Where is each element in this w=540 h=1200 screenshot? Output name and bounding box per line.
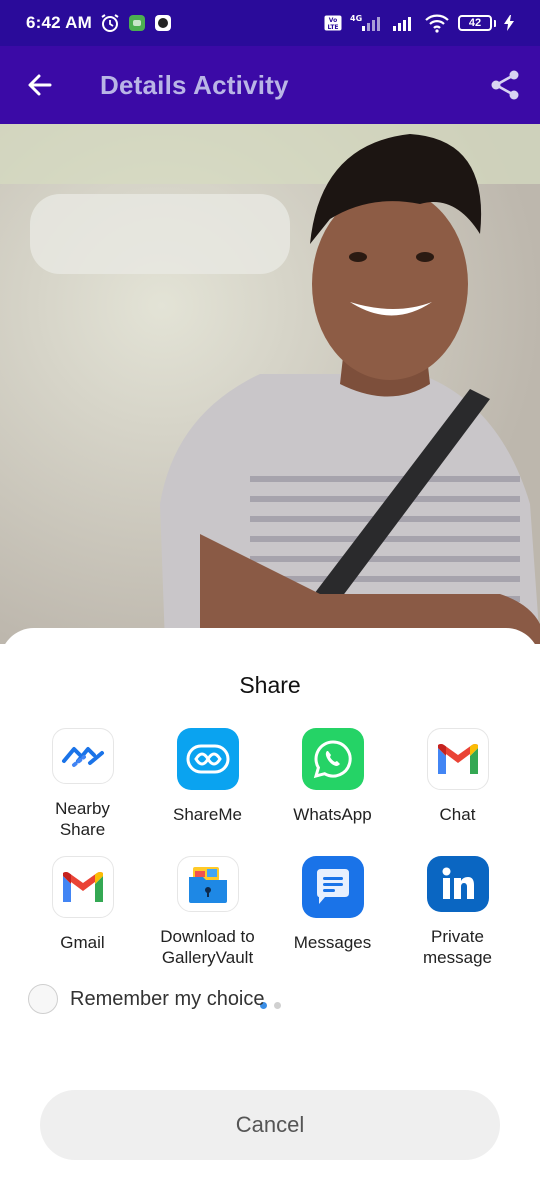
status-right: Vo LTE 4G 42: [324, 13, 514, 33]
screen: 6:42 AM Vo LTE 4G 42 Details Activity Sh…: [0, 0, 540, 1200]
svg-text:4G: 4G: [350, 14, 362, 23]
remember-choice-radio[interactable]: [28, 984, 58, 1014]
share-icon[interactable]: [488, 68, 522, 102]
messages-icon: [301, 856, 364, 918]
share-target-label: Chat: [439, 805, 476, 824]
app-bar: Details Activity: [0, 46, 540, 124]
share-sheet: Share Nearby Share ShareMe WhatsApp Chat…: [0, 628, 540, 1200]
arrow-left-icon[interactable]: [24, 69, 56, 101]
share-target-galleryvault[interactable]: Download to GalleryVault: [145, 856, 270, 968]
page-dot: [273, 1002, 281, 1009]
wifi-icon: [424, 13, 450, 33]
profile-photo: [0, 124, 540, 644]
galleryvault-icon: [176, 856, 239, 912]
share-sheet-title: Share: [239, 672, 301, 698]
charging-icon: [504, 15, 514, 31]
signal-icon: [392, 14, 416, 32]
status-bar: 6:42 AM Vo LTE 4G 42: [0, 0, 540, 46]
signal-4g-icon: 4G: [350, 13, 384, 33]
svg-text:Vo: Vo: [329, 17, 337, 24]
page-title: Details Activity: [100, 70, 289, 100]
status-time: 6:42 AM: [26, 13, 92, 32]
nearby-share-icon: [51, 728, 114, 784]
share-target-label: WhatsApp: [293, 805, 372, 824]
share-target-label: Messages: [293, 933, 372, 952]
share-target-private-message[interactable]: Private message: [395, 856, 520, 968]
shareme-icon: [176, 728, 239, 790]
share-target-chat[interactable]: Chat: [395, 728, 520, 840]
share-target-label: ShareMe: [173, 805, 242, 824]
remember-choice-label: Remember my choice: [70, 987, 265, 1010]
share-target-label: Private message: [423, 927, 492, 967]
remember-choice-row[interactable]: Remember my choice: [28, 984, 265, 1014]
share-targets-grid: Nearby Share ShareMe WhatsApp Chat Gmail…: [20, 728, 520, 968]
cancel-button[interactable]: Cancel: [40, 1090, 500, 1160]
share-target-whatsapp[interactable]: WhatsApp: [270, 728, 395, 840]
battery-level: 42: [458, 15, 492, 31]
alarm-icon: [100, 13, 120, 33]
gmail-icon: [426, 728, 489, 790]
app-notification-icon: [154, 14, 172, 32]
share-target-messages[interactable]: Messages: [270, 856, 395, 968]
linkedin-icon: [426, 856, 489, 912]
status-left: 6:42 AM: [26, 13, 172, 33]
share-target-label: Nearby Share: [55, 799, 110, 839]
battery-tip: [494, 19, 496, 27]
share-target-gmail[interactable]: Gmail: [20, 856, 145, 968]
android-notification-icon: [128, 14, 146, 32]
battery-indicator: 42: [458, 15, 496, 31]
gmail-icon: [51, 856, 114, 918]
volte-icon: Vo LTE: [324, 15, 342, 31]
share-target-shareme[interactable]: ShareMe: [145, 728, 270, 840]
share-target-nearby-share[interactable]: Nearby Share: [20, 728, 145, 840]
share-target-label: Download to GalleryVault: [160, 927, 255, 967]
svg-text:LTE: LTE: [327, 24, 338, 31]
share-target-label: Gmail: [60, 933, 105, 952]
whatsapp-icon: [301, 728, 364, 790]
